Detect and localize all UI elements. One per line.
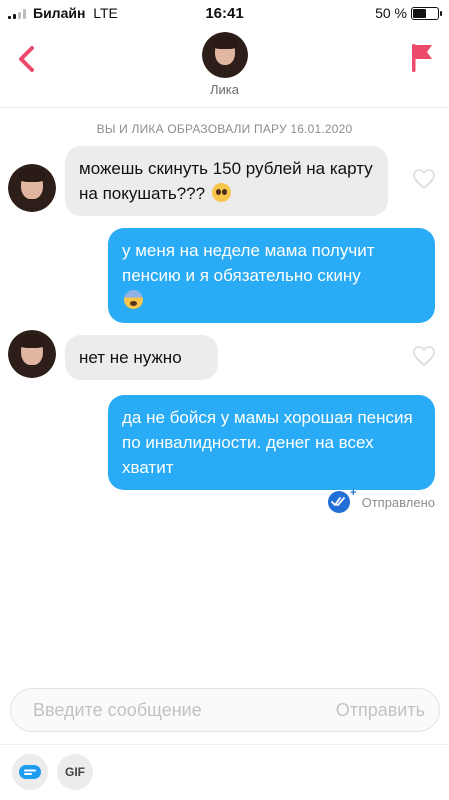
message-text: да не бойся у мамы хорошая пенсия по инв… <box>122 408 413 477</box>
message-input[interactable] <box>33 689 303 731</box>
message-text: нет не нужно <box>79 348 182 367</box>
battery-percent: 50 % <box>375 5 407 21</box>
sticker-button[interactable] <box>12 754 48 790</box>
pleading-face-icon <box>211 183 231 202</box>
sticker-icon <box>19 765 41 779</box>
plus-icon: + <box>350 487 357 499</box>
incoming-message[interactable]: можешь скинуть 150 рублей на карту на по… <box>65 146 388 216</box>
chat-screen: Билайн LTE 16:41 50 % Лика ВЫ И ЛИКА ОБР… <box>0 0 449 800</box>
incoming-message[interactable]: нет не нужно <box>65 335 218 380</box>
outgoing-message[interactable]: да не бойся у мамы хорошая пенсия по инв… <box>108 395 435 490</box>
match-notice: ВЫ И ЛИКА ОБРАЗОВАЛИ ПАРУ 16.01.2020 <box>96 122 353 136</box>
chat-header: Лика <box>0 26 449 108</box>
delivery-status-label: Отправлено <box>361 494 435 510</box>
gif-button[interactable]: GIF <box>57 754 93 790</box>
heart-icon[interactable] <box>412 168 436 190</box>
status-bar: Билайн LTE 16:41 50 % <box>0 0 449 26</box>
message-composer: Отправить <box>10 688 440 732</box>
flag-icon <box>412 44 432 72</box>
contact-name: Лика <box>210 82 239 97</box>
gif-label: GIF <box>65 765 85 779</box>
send-button[interactable]: Отправить <box>336 700 425 721</box>
contact-avatar[interactable] <box>202 32 248 78</box>
fearful-face-icon <box>124 290 143 309</box>
divider <box>0 744 449 745</box>
outgoing-message[interactable]: у меня на неделе мама получит пенсию и я… <box>108 228 435 323</box>
back-button[interactable] <box>14 44 42 74</box>
battery-icon <box>411 7 442 20</box>
sender-avatar[interactable] <box>8 330 56 378</box>
delivery-status: + Отправлено <box>327 487 435 513</box>
message-text: у меня на неделе мама получит пенсию и я… <box>122 241 375 285</box>
report-button[interactable] <box>409 42 435 74</box>
heart-icon[interactable] <box>412 345 436 367</box>
chevron-left-icon <box>19 46 34 72</box>
sender-avatar[interactable] <box>8 164 56 212</box>
read-receipt-icon: + <box>327 487 357 513</box>
